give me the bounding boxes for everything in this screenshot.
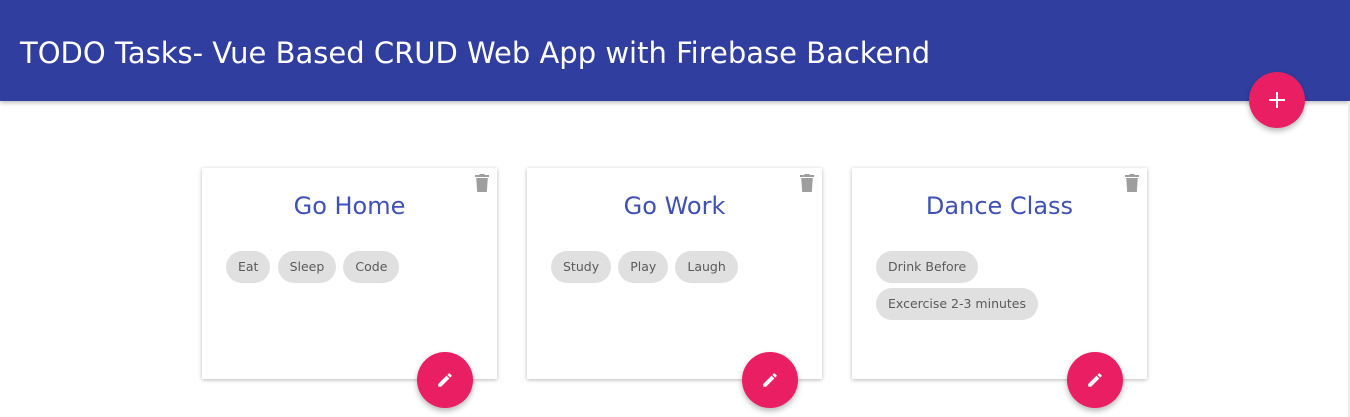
edit-task-button[interactable] bbox=[742, 352, 798, 408]
page-title: TODO Tasks- Vue Based CRUD Web App with … bbox=[20, 36, 931, 70]
task-chip: Study bbox=[551, 251, 612, 283]
task-chip: Laugh bbox=[675, 251, 738, 283]
task-title: Go Work bbox=[623, 192, 726, 220]
pencil-icon bbox=[1088, 373, 1102, 387]
add-task-button[interactable] bbox=[1249, 72, 1305, 128]
task-chip: Play bbox=[618, 251, 669, 283]
task-chip: Excercise 2-3 minutes bbox=[876, 288, 1039, 320]
task-title: Go Home bbox=[293, 192, 406, 220]
edit-task-button[interactable] bbox=[1067, 352, 1123, 408]
app-root: TODO Tasks- Vue Based CRUD Web App with … bbox=[0, 0, 1350, 417]
task-chip-list: Drink Before Excercise 2-3 minutes bbox=[876, 251, 1126, 325]
pencil-icon bbox=[763, 373, 777, 387]
task-chip: Code bbox=[343, 251, 400, 283]
task-chip-list: Study Play Laugh bbox=[551, 251, 801, 288]
chip-row: Drink Before bbox=[876, 251, 1126, 288]
edit-task-button[interactable] bbox=[417, 352, 473, 408]
chip-row: Excercise 2-3 minutes bbox=[876, 288, 1126, 325]
task-title: Dance Class bbox=[925, 192, 1074, 220]
task-chip: Drink Before bbox=[876, 251, 979, 283]
task-chip: Sleep bbox=[277, 251, 337, 283]
task-chip-list: Eat Sleep Code bbox=[226, 251, 476, 288]
task-chip: Eat bbox=[226, 251, 271, 283]
app-header: TODO Tasks- Vue Based CRUD Web App with … bbox=[0, 0, 1350, 101]
plus-icon bbox=[1269, 92, 1285, 108]
task-card: Go Work Study Play Laugh bbox=[527, 168, 822, 408]
task-card: Go Home Eat Sleep Code bbox=[202, 168, 497, 408]
task-card: Dance Class Drink Before Excercise 2-3 m… bbox=[852, 168, 1147, 408]
pencil-icon bbox=[438, 373, 452, 387]
